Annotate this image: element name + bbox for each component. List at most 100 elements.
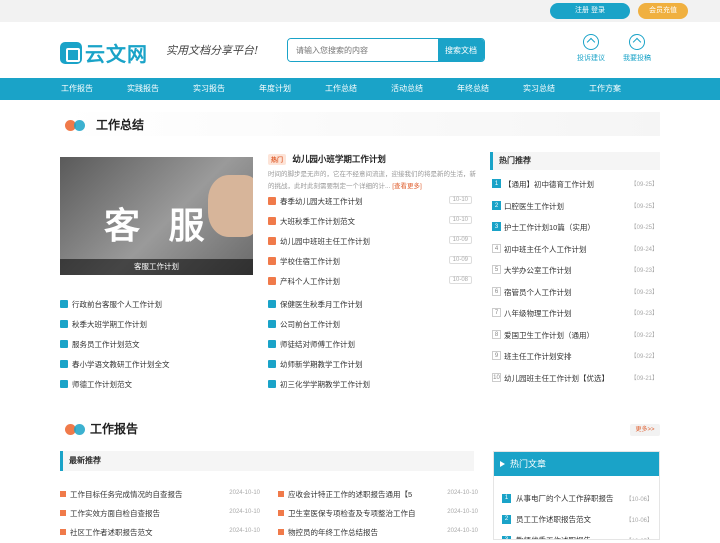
hot-item[interactable]: 9 班主任工作计划安排 【09-22】 — [490, 346, 660, 368]
list-item-date: 10-08 — [448, 276, 472, 284]
doc-icon — [268, 340, 276, 348]
suggest-link[interactable]: 投诉建议 — [571, 34, 611, 63]
hot-recommend-title: 热门推荐 — [490, 152, 660, 170]
rank-badge: 3 — [502, 536, 511, 539]
hot-article-item[interactable]: 2 员工工作述职报告范文 【10-06】 — [494, 509, 659, 530]
list-item-date: 2024-10-10 — [229, 528, 260, 534]
nav-item-8[interactable]: 工作方案 — [572, 78, 638, 100]
hot-item[interactable]: 1 【通用】初中德育工作计划 【09-25】 — [490, 174, 660, 196]
submit-link[interactable]: 我要投稿 — [617, 34, 657, 63]
hot-item-date: 【09-21】 — [630, 375, 658, 382]
list-item[interactable]: 物控员的年终工作总结报告 2024-10-10 — [278, 524, 478, 543]
hot-item[interactable]: 8 爱国卫生工作计划（通用） 【09-22】 — [490, 325, 660, 347]
hot-recommend-panel: 热门推荐 1 【通用】初中德育工作计划 【09-25】 2 口腔医生工作计划 【09-25… — [490, 152, 660, 389]
list-item[interactable]: 行政前台客服个人工作计划 — [60, 296, 260, 316]
bullet-icon — [60, 510, 66, 516]
list-item-title: 应收会计特正工作的述职报告通用【5 — [288, 490, 413, 499]
header: 云文网 实用文档分享平台! 搜索文档 投诉建议 我要投稿 — [0, 22, 720, 78]
hot-item[interactable]: 6 宿管员个人工作计划 【09-23】 — [490, 282, 660, 304]
site-logo[interactable]: 云文网 — [60, 38, 148, 67]
list-item[interactable]: 应收会计特正工作的述职报告通用【5 2024-10-10 — [278, 486, 478, 505]
doc-icon — [268, 320, 276, 328]
list-item-date: 2024-10-10 — [447, 490, 478, 496]
hot-item[interactable]: 5 大学办公室工作计划 【09-23】 — [490, 260, 660, 282]
list-item[interactable]: 春小学语文教研工作计划全文 — [60, 356, 260, 376]
vip-recharge-button[interactable]: 会员充值 — [638, 3, 688, 19]
nav-item-7[interactable]: 实习总结 — [506, 78, 572, 100]
list-item[interactable]: 春季幼儿园大班工作计划 10-10 — [268, 193, 476, 213]
hot-item-title: 宿管员个人工作计划 — [504, 287, 572, 297]
nav-item-2[interactable]: 实习报告 — [176, 78, 242, 100]
hot-item-date: 【09-22】 — [630, 332, 658, 339]
bullet-icon — [278, 510, 284, 516]
hot-articles-panel: 热门文章 1 从事电厂的个人工作辞职报告 【10-06】 2 员工工作述职报告范文 【10… — [493, 451, 660, 540]
view-more-link[interactable]: [查看更多] — [392, 183, 422, 190]
list-item[interactable]: 工作实效方面自检自查报告 2024-10-10 — [60, 505, 260, 524]
rank-badge: 1 — [492, 179, 501, 188]
nav-item-6[interactable]: 年终总结 — [440, 78, 506, 100]
list-item-title: 师徒结对师傅工作计划 — [280, 340, 355, 349]
list-item-title: 产科个人工作计划 — [280, 277, 340, 286]
rank-badge: 8 — [492, 329, 501, 339]
list-item[interactable]: 初三化学学期教学工作计划 — [268, 376, 468, 396]
list-item[interactable]: 产科个人工作计划 10-08 — [268, 273, 476, 293]
list-item-title: 行政前台客服个人工作计划 — [72, 300, 162, 309]
logo-text: 云文网 — [85, 44, 148, 66]
list-item-date: 2024-10-10 — [447, 509, 478, 515]
list-item[interactable]: 师徒结对师傅工作计划 — [268, 336, 468, 356]
search-button[interactable]: 搜索文档 — [438, 39, 484, 61]
list-item[interactable]: 服务员工作计划范文 — [60, 336, 260, 356]
list-item[interactable]: 保健医生秋季月工作计划 — [268, 296, 468, 316]
center-article-list: 春季幼儿园大班工作计划 10-10 大班秋季工作计划范文 10-10 幼儿园中班班主任工… — [268, 193, 476, 293]
list-item[interactable]: 幼儿园中班班主任工作计划 10-09 — [268, 233, 476, 253]
upload-icon — [583, 34, 599, 50]
hot-item[interactable]: 10 幼儿园班主任工作计划【优选】 【09-21】 — [490, 368, 660, 390]
nav-item-4[interactable]: 工作总结 — [308, 78, 374, 100]
list-item-title: 春季幼儿园大班工作计划 — [280, 197, 363, 206]
feature-image[interactable]: 客 服 客服工作计划 — [60, 157, 253, 275]
rank-badge: 9 — [492, 351, 501, 360]
rank-badge: 6 — [492, 286, 501, 296]
more-button[interactable]: 更多>> — [630, 424, 660, 436]
list-item-title: 保健医生秋季月工作计划 — [280, 300, 363, 309]
doc-icon — [60, 380, 68, 388]
hot-article-item[interactable]: 1 从事电厂的个人工作辞职报告 【10-06】 — [494, 488, 659, 509]
nav-item-0[interactable]: 工作报告 — [44, 78, 110, 100]
hot-article-date: 【10-06】 — [625, 518, 653, 524]
list-item[interactable]: 学校住宿工作计划 10-09 — [268, 253, 476, 273]
list-item[interactable]: 幼师新学期教学工作计划 — [268, 356, 468, 376]
hot-article-item[interactable]: 3 教师优秀工作述职报告 【10-05】 — [494, 530, 659, 539]
list-item[interactable]: 工作目标任务完成情况的自查报告 2024-10-10 — [60, 486, 260, 505]
doc-icon — [268, 277, 276, 285]
nav-item-1[interactable]: 实践报告 — [110, 78, 176, 100]
top-article-title-link[interactable]: 热门 幼儿园小班学期工作计划 — [268, 153, 476, 165]
list-item[interactable]: 大班秋季工作计划范文 10-10 — [268, 213, 476, 233]
hot-item[interactable]: 7 八年级物理工作计划 【09-23】 — [490, 303, 660, 325]
hot-item-title: 【通用】初中德育工作计划 — [504, 180, 594, 189]
list-item[interactable]: 师德工作计划范文 — [60, 376, 260, 396]
doc-icon — [268, 197, 276, 205]
rank-badge: 10 — [492, 372, 501, 382]
top-article-desc-text: 时间的脚步是无声的，它在不经意间流逝，迎接我们的将是新的生活，新的挑战，此时此刻… — [268, 171, 476, 190]
bullet-icon — [278, 491, 284, 497]
hot-item[interactable]: 3 护士工作计划10篇（实用） 【09-25】 — [490, 217, 660, 239]
list-item[interactable]: 秋季大班学期工作计划 — [60, 316, 260, 336]
search-input[interactable] — [288, 39, 438, 61]
list-item[interactable]: 社区工作者述职报告范文 2024-10-10 — [60, 524, 260, 543]
nav-item-5[interactable]: 活动总结 — [374, 78, 440, 100]
list-item-date: 2024-10-10 — [229, 490, 260, 496]
login-button[interactable]: 注册 登录 — [550, 3, 630, 19]
hot-item[interactable]: 4 初中班主任个人工作计划 【09-24】 — [490, 239, 660, 261]
feature-big-text: 客 服 — [104, 206, 213, 247]
hot-item-title: 幼儿园班主任工作计划【优选】 — [504, 373, 609, 383]
hot-item-date: 【09-25】 — [630, 182, 658, 188]
hot-articles-title: 热门文章 — [494, 452, 659, 476]
list-item[interactable]: 公司前台工作计划 — [268, 316, 468, 336]
submit-label: 我要投稿 — [623, 55, 651, 62]
hot-article-title: 从事电厂的个人工作辞职报告 — [516, 494, 614, 503]
section-header-work-summary: 工作总结 — [60, 112, 660, 136]
nav-item-3[interactable]: 年度计划 — [242, 78, 308, 100]
doc-icon — [268, 237, 276, 245]
hot-item[interactable]: 2 口腔医生工作计划 【09-25】 — [490, 196, 660, 218]
list-item[interactable]: 卫生室医保专项检查及专项整治工作自 2024-10-10 — [278, 505, 478, 524]
